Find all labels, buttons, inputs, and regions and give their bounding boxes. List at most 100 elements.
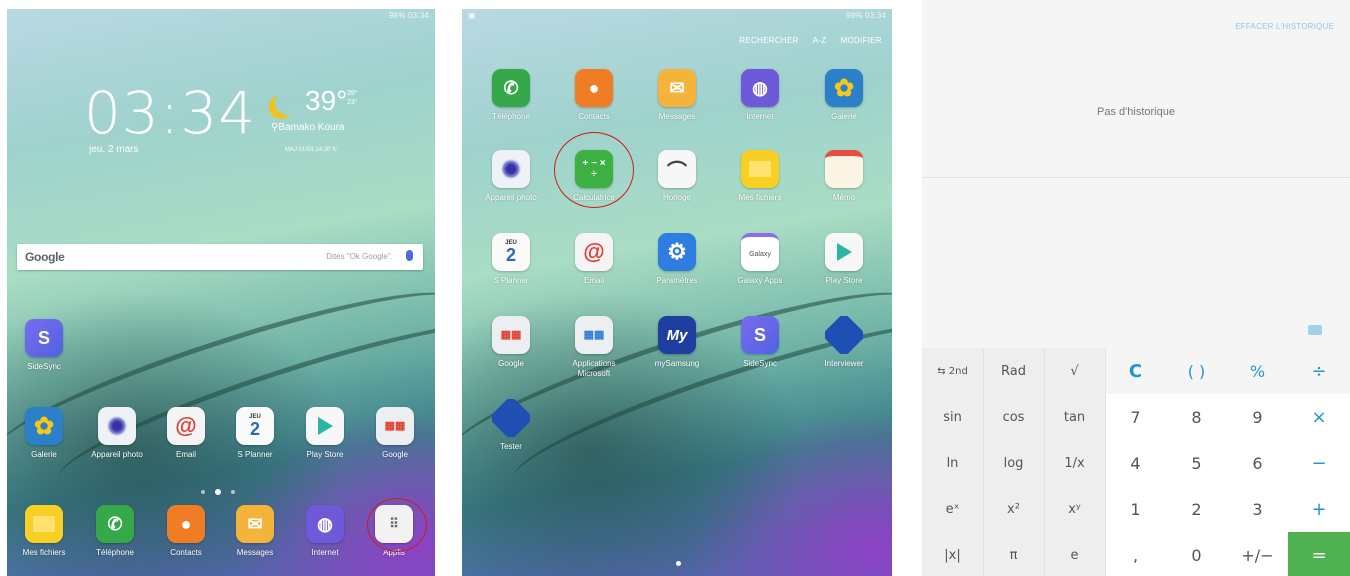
- app-camera[interactable]: Appareil photo: [471, 150, 551, 203]
- app-gallery[interactable]: ✿ Galerie: [804, 69, 884, 122]
- decimal-button[interactable]: ,: [1105, 532, 1166, 576]
- moon-icon: [275, 91, 299, 115]
- cos-button[interactable]: cos: [983, 394, 1044, 440]
- app-playstore[interactable]: Play Store: [804, 233, 884, 286]
- sqrt-button[interactable]: √: [1044, 348, 1105, 394]
- rad-button[interactable]: Rad: [983, 348, 1044, 394]
- clear-history-button[interactable]: EFFACER L'HISTORIQUE: [1235, 22, 1334, 31]
- minus-button[interactable]: −: [1288, 440, 1350, 486]
- app-splanner[interactable]: JEU 2 S Planner: [215, 407, 295, 460]
- app-label: Contacts: [578, 112, 610, 121]
- exp-button[interactable]: eˣ: [922, 486, 983, 532]
- parentheses-button[interactable]: ( ): [1166, 348, 1227, 394]
- abs-button[interactable]: |x|: [922, 532, 983, 576]
- edit-button[interactable]: MODIFIER: [840, 36, 882, 45]
- google-search-bar[interactable]: Google Dites "Ok Google".: [17, 244, 423, 270]
- digit-8-button[interactable]: 8: [1166, 394, 1227, 440]
- app-phone[interactable]: ✆ Téléphone: [471, 69, 551, 122]
- reciprocal-button[interactable]: 1/x: [1044, 440, 1105, 486]
- app-label: Play Store: [825, 276, 863, 285]
- app-clock[interactable]: ⌒ Horloge: [637, 150, 717, 203]
- app-playstore[interactable]: Play Store: [285, 407, 365, 460]
- status-bar: 98% 03:34: [845, 11, 886, 20]
- backspace-icon[interactable]: [1308, 325, 1322, 335]
- digit-3-button[interactable]: 3: [1227, 486, 1288, 532]
- app-google-folder[interactable]: ▦▦ Google: [355, 407, 435, 460]
- digit-6-button[interactable]: 6: [1227, 440, 1288, 486]
- app-camera[interactable]: Appareil photo: [77, 407, 157, 460]
- clear-button[interactable]: C: [1105, 348, 1166, 394]
- app-email[interactable]: @ Email: [554, 233, 634, 286]
- digit-7-button[interactable]: 7: [1105, 394, 1166, 440]
- sin-button[interactable]: sin: [922, 394, 983, 440]
- weather-temperature[interactable]: 39°: [305, 85, 347, 117]
- app-myfiles[interactable]: Mes fichiers: [720, 150, 800, 203]
- app-label: Contacts: [170, 548, 202, 557]
- digit-0-button[interactable]: 0: [1166, 532, 1227, 576]
- app-google-folder[interactable]: ▦▦ Google: [471, 316, 551, 369]
- app-galerie[interactable]: ✿ Galerie: [7, 407, 84, 460]
- dock-contacts[interactable]: ● Contacts: [146, 505, 226, 558]
- page-indicator[interactable]: [676, 561, 681, 566]
- app-internet[interactable]: ◍ Internet: [720, 69, 800, 122]
- history-panel: EFFACER L'HISTORIQUE Pas d'historique: [922, 0, 1350, 178]
- app-tester[interactable]: Tester: [471, 399, 551, 452]
- sidesync-icon: S: [25, 319, 63, 357]
- dock-internet[interactable]: ◍ Internet: [285, 505, 365, 558]
- app-mysamsung[interactable]: My mySamsung: [637, 316, 717, 369]
- digit-5-button[interactable]: 5: [1166, 440, 1227, 486]
- digit-9-button[interactable]: 9: [1227, 394, 1288, 440]
- internet-icon: ◍: [741, 69, 779, 107]
- apps-screen: ▣ 98% 03:34 RECHERCHER A-Z MODIFIER ✆ Té…: [462, 9, 892, 576]
- multiply-button[interactable]: ×: [1288, 394, 1350, 440]
- digit-1-button[interactable]: 1: [1105, 486, 1166, 532]
- app-label: SideSync: [27, 362, 61, 371]
- app-label: Mes fichiers: [22, 548, 66, 557]
- app-galaxy-apps[interactable]: Galaxy Galaxy Apps: [720, 233, 800, 286]
- app-label: Applications Microsoft: [572, 359, 616, 378]
- app-messages[interactable]: ✉ Messages: [637, 69, 717, 122]
- calendar-number: 2: [249, 419, 260, 439]
- tan-button[interactable]: tan: [1044, 394, 1105, 440]
- app-settings[interactable]: ⚙ Paramètres: [637, 233, 717, 286]
- microphone-icon[interactable]: [406, 250, 413, 261]
- pi-button[interactable]: π: [983, 532, 1044, 576]
- dock-phone[interactable]: ✆ Téléphone: [75, 505, 155, 558]
- divide-button[interactable]: ÷: [1288, 348, 1350, 394]
- sign-toggle-button[interactable]: +/−: [1227, 532, 1288, 576]
- clock-widget[interactable]: 03:34: [84, 79, 256, 147]
- search-button[interactable]: RECHERCHER: [739, 36, 798, 45]
- google-folder-icon: ▦▦: [492, 316, 530, 354]
- app-sidesync[interactable]: S SideSync: [720, 316, 800, 369]
- square-button[interactable]: x²: [983, 486, 1044, 532]
- ln-button[interactable]: ln: [922, 440, 983, 486]
- app-splanner[interactable]: JEU 2 S Planner: [471, 233, 551, 286]
- app-contacts[interactable]: ● Contacts: [554, 69, 634, 122]
- digit-2-button[interactable]: 2: [1166, 486, 1227, 532]
- apps-actions: RECHERCHER A-Z MODIFIER: [739, 36, 882, 45]
- sort-az-button[interactable]: A-Z: [813, 36, 827, 45]
- dock-messages[interactable]: ✉ Messages: [215, 505, 295, 558]
- app-sidesync[interactable]: S SideSync: [7, 319, 84, 372]
- app-email[interactable]: @ Email: [146, 407, 226, 460]
- screenshot-icon: ▣: [468, 11, 476, 20]
- app-label: Messages: [236, 548, 274, 557]
- app-label: Appareil photo: [91, 450, 143, 459]
- app-microsoft-folder[interactable]: ▦▦ Applications Microsoft: [554, 316, 634, 379]
- internet-icon: ◍: [306, 505, 344, 543]
- calculator-display[interactable]: [922, 179, 1350, 348]
- power-button[interactable]: xʸ: [1044, 486, 1105, 532]
- second-function-button[interactable]: ⇆ 2nd: [922, 348, 983, 394]
- digit-4-button[interactable]: 4: [1105, 440, 1166, 486]
- app-label: Téléphone: [492, 112, 530, 121]
- plus-button[interactable]: +: [1288, 486, 1350, 532]
- weather-low: 23°: [347, 99, 358, 106]
- percent-button[interactable]: %: [1227, 348, 1288, 394]
- app-memo[interactable]: Mémo: [804, 150, 884, 203]
- app-interviewer[interactable]: Interviewer: [804, 316, 884, 369]
- dock-myfiles[interactable]: Mes fichiers: [7, 505, 84, 558]
- e-button[interactable]: e: [1044, 532, 1105, 576]
- equals-button[interactable]: =: [1288, 532, 1350, 576]
- page-indicator[interactable]: [201, 489, 235, 495]
- log-button[interactable]: log: [983, 440, 1044, 486]
